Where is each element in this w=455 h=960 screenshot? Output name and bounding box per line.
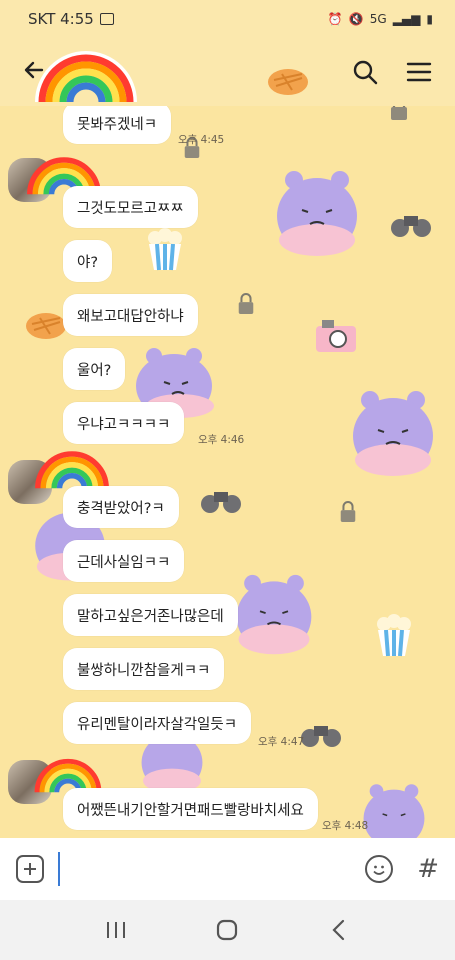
message-bubble[interactable]: 울어? bbox=[63, 348, 126, 390]
melon-bread-icon bbox=[266, 62, 310, 100]
signal-icon: ▂▄▆ bbox=[392, 12, 421, 26]
gallery-notification-icon bbox=[99, 13, 114, 25]
back-chevron-icon[interactable] bbox=[319, 915, 359, 945]
message-bubble[interactable]: 충격받았어?ㅋ bbox=[63, 486, 179, 528]
message-bubble[interactable]: 근데사실임ㅋㅋ bbox=[63, 540, 185, 582]
message-bubble[interactable]: 그것도모르고ㅉㅉ bbox=[63, 186, 198, 228]
binoculars-sticker-icon bbox=[300, 720, 342, 754]
network-label: 5G bbox=[369, 12, 387, 26]
message-input[interactable] bbox=[58, 852, 366, 886]
emoji-icon[interactable] bbox=[365, 855, 394, 883]
message-time: 오후 4:46 bbox=[198, 434, 245, 446]
menu-icon[interactable] bbox=[405, 58, 433, 86]
plus-icon[interactable] bbox=[16, 855, 44, 883]
message-time: 오후 4:48 bbox=[322, 820, 369, 832]
popcorn-sticker-icon bbox=[374, 614, 414, 662]
lock-sticker-icon bbox=[236, 292, 256, 320]
lock-sticker-icon bbox=[338, 500, 358, 528]
status-time: SKT 4:55 bbox=[28, 10, 94, 28]
message-bubble[interactable]: 못봐주겠네ㅋ bbox=[63, 106, 172, 144]
header-actions bbox=[351, 58, 433, 86]
hippo-sticker-icon bbox=[232, 570, 316, 664]
hippo-sticker-icon bbox=[272, 168, 362, 264]
message-bubble[interactable]: 유리멘탈이라자살각일듯ㅋ bbox=[63, 702, 252, 744]
search-icon[interactable] bbox=[351, 58, 379, 86]
hippo-sticker-icon bbox=[348, 388, 438, 484]
message-time: 오후 4:45 bbox=[178, 134, 225, 146]
status-right: ⏰ 🔇 5G ▂▄▆ ▮ bbox=[328, 12, 433, 26]
binoculars-sticker-icon bbox=[200, 486, 242, 520]
battery-icon: ▮ bbox=[426, 12, 433, 26]
status-left: SKT 4:55 bbox=[28, 10, 114, 28]
message-time: 오후 4:47 bbox=[258, 736, 305, 748]
melon-bread-icon bbox=[24, 306, 68, 344]
message-bubble[interactable]: 왜보고대답안하냐 bbox=[63, 294, 198, 336]
binoculars-sticker-icon bbox=[390, 210, 432, 244]
status-bar: SKT 4:55 ⏰ 🔇 5G ▂▄▆ ▮ bbox=[0, 0, 455, 38]
chat-area[interactable]: 못봐주겠네ㅋ 오후 4:45 그것도모르고ㅉㅉ 야? 왜보고대답안하냐 울어? … bbox=[0, 106, 455, 838]
popcorn-sticker-icon bbox=[145, 228, 185, 276]
recents-icon[interactable] bbox=[96, 915, 136, 945]
input-bar: # bbox=[0, 838, 455, 900]
hash-button[interactable]: # bbox=[417, 854, 439, 884]
system-nav-bar bbox=[0, 900, 455, 960]
home-icon[interactable] bbox=[207, 915, 247, 945]
message-bubble[interactable]: 어쨌뜬내기안할거면패드빨랑바치세요 bbox=[63, 788, 318, 830]
message-bubble[interactable]: 우냐고ㅋㅋㅋㅋ bbox=[63, 402, 185, 444]
rainbow-sticker-icon bbox=[32, 48, 140, 108]
camera-sticker-icon bbox=[314, 318, 358, 358]
alarm-icon: ⏰ bbox=[327, 12, 343, 26]
message-bubble[interactable]: 야? bbox=[63, 240, 113, 282]
message-bubble[interactable]: 말하고싶은거존나많은데 bbox=[63, 594, 238, 636]
lock-sticker-icon bbox=[388, 106, 410, 126]
message-bubble[interactable]: 불쌍하니깐참을게ㅋㅋ bbox=[63, 648, 225, 690]
mute-icon: 🔇 bbox=[348, 12, 364, 26]
